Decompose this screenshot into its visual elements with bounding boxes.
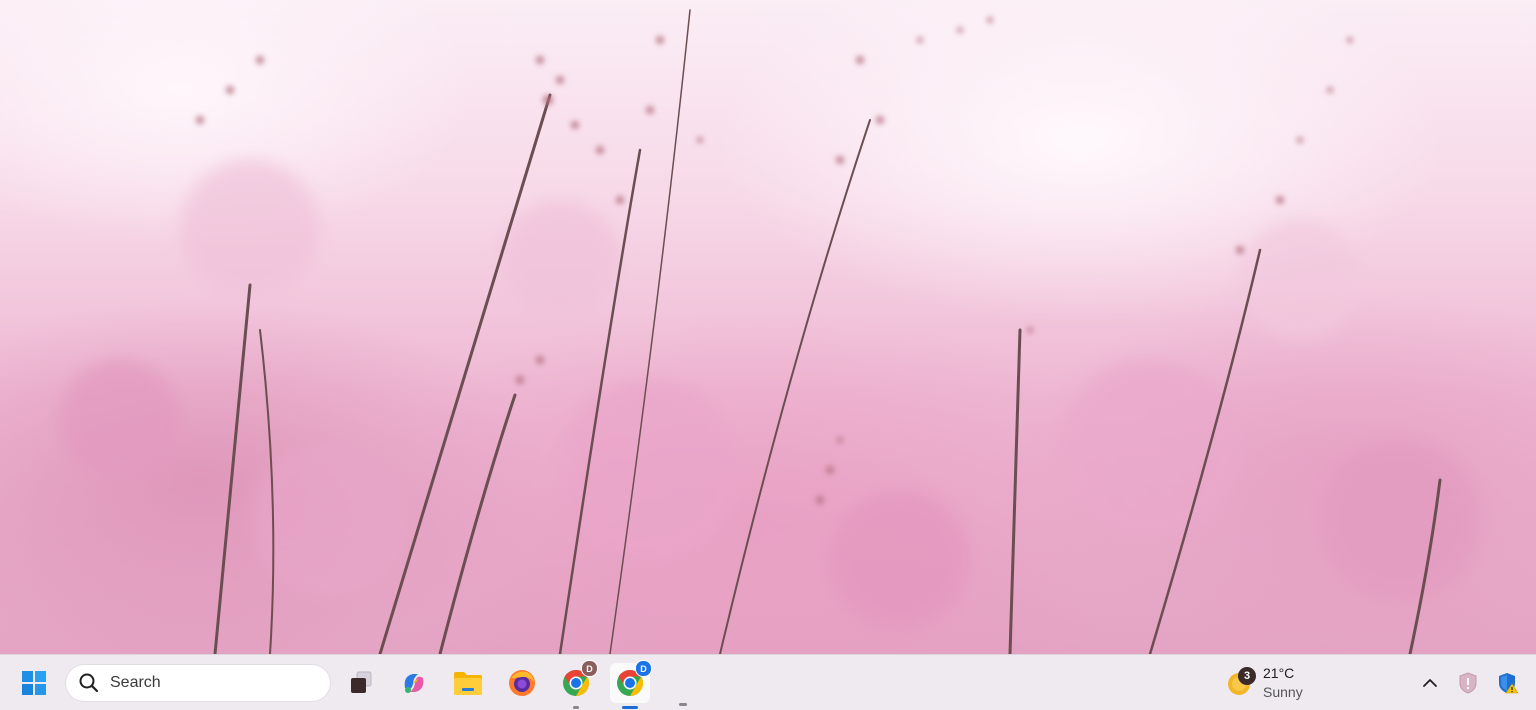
grass-illustration xyxy=(60,9,1480,654)
weather-temperature: 21°C xyxy=(1263,665,1295,681)
security-tray-button[interactable] xyxy=(1454,669,1482,697)
windows-security-tray-button[interactable] xyxy=(1494,669,1522,697)
copilot-icon xyxy=(404,674,424,693)
desktop-wallpaper xyxy=(0,0,1536,654)
show-hidden-icons-button[interactable] xyxy=(1416,669,1444,697)
firefox-icon xyxy=(509,670,535,696)
copilot-button[interactable] xyxy=(394,663,434,703)
chevron-up-icon xyxy=(1423,679,1437,687)
running-indicator xyxy=(573,706,579,709)
search-box[interactable]: Search xyxy=(66,665,330,701)
start-button[interactable] xyxy=(14,663,54,703)
search-icon xyxy=(79,673,99,693)
shield-alert-icon xyxy=(1459,672,1477,694)
chrome-button-1[interactable]: D xyxy=(556,660,598,709)
defender-warning-icon xyxy=(1499,673,1519,694)
firefox-button[interactable] xyxy=(502,663,542,703)
windows-start-icon xyxy=(22,671,46,695)
notification-badge: 3 xyxy=(1238,667,1256,685)
weather-widget[interactable]: 3 21°C Sunny xyxy=(1226,663,1326,703)
chrome-button-2[interactable]: D xyxy=(610,660,652,709)
folder-icon xyxy=(454,672,482,695)
profile-avatar-badge: D xyxy=(581,660,598,677)
weather-condition: Sunny xyxy=(1263,684,1303,700)
profile-avatar-badge: D xyxy=(635,660,652,677)
file-explorer-button[interactable] xyxy=(448,663,488,703)
search-label: Search xyxy=(110,674,161,691)
active-indicator xyxy=(622,706,638,709)
taskbar: Search D D 3 21°C Sunny xyxy=(0,654,1536,710)
task-view-icon xyxy=(351,671,372,693)
task-view-button[interactable] xyxy=(340,663,380,703)
running-indicator xyxy=(679,703,687,706)
